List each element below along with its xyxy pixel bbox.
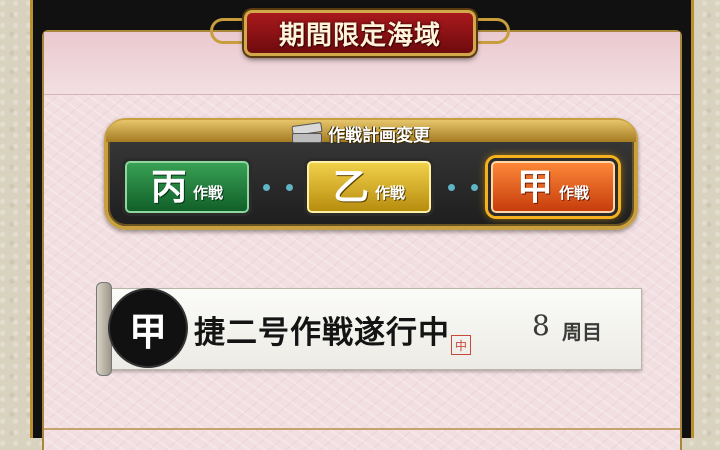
- title-banner: 期間限定海域: [200, 4, 520, 60]
- title-plate: 期間限定海域: [244, 10, 476, 56]
- difficulty-kou-label: 甲: [516, 166, 553, 208]
- plan-header: 作戦計画変更: [236, 118, 484, 148]
- loop-unit: 周目: [562, 320, 602, 344]
- difficulty-hei-button[interactable]: 丙 作戦: [122, 158, 252, 216]
- difficulty-kou-suffix: 作戦: [559, 183, 590, 202]
- connector-dots: [448, 182, 478, 192]
- loop-count: 8: [532, 309, 550, 342]
- difficulty-kou-button[interactable]: 甲 作戦: [488, 158, 618, 216]
- panel-divider: [44, 428, 680, 430]
- connector-dots: [263, 182, 293, 192]
- plan-title: 作戦計画変更: [328, 125, 430, 146]
- difficulty-otsu-suffix: 作戦: [375, 183, 406, 202]
- page-title: 期間限定海域: [278, 20, 441, 51]
- operation-status: 捷二号作戦遂行中: [194, 315, 450, 351]
- difficulty-otsu-label: 乙: [332, 166, 369, 208]
- difficulty-hei-label: 丙: [150, 166, 187, 208]
- difficulty-seal: 甲: [110, 290, 186, 366]
- seal-char: 甲: [128, 308, 167, 354]
- difficulty-otsu-button[interactable]: 乙 作戦: [304, 158, 434, 216]
- difficulty-hei-suffix: 作戦: [193, 183, 224, 202]
- red-stamp: 中: [451, 335, 471, 355]
- document-stack-icon: [290, 121, 323, 144]
